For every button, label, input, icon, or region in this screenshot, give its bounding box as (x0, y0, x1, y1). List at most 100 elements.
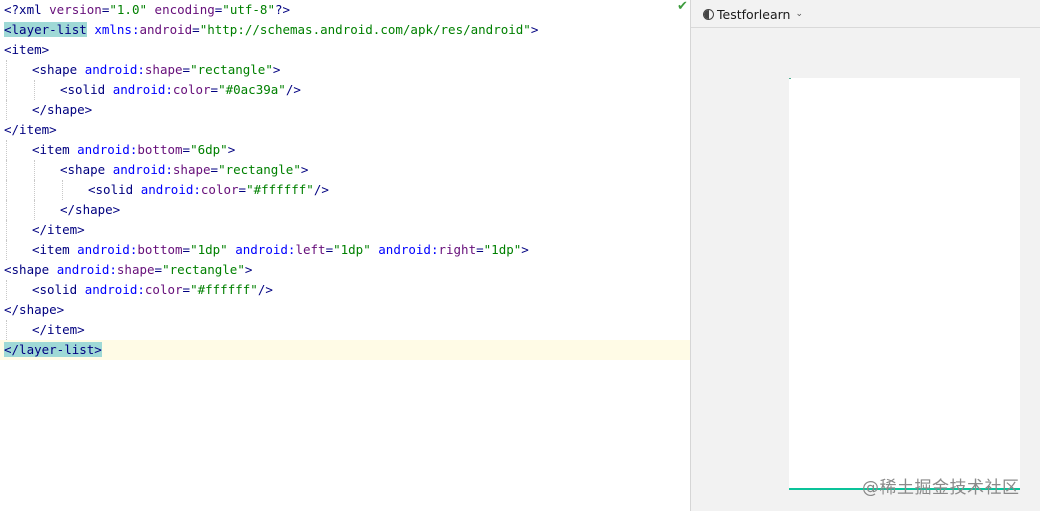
indent-guide (6, 240, 8, 260)
watermark: @稀土掘金技术社区 (862, 478, 1020, 498)
code-line[interactable]: </item> (0, 320, 690, 340)
code-text: </item> (4, 120, 57, 140)
attribute-value: "#0ac39a" (218, 82, 286, 97)
attribute-name: bottom (137, 142, 183, 157)
xml-tag-token: = (210, 162, 219, 177)
theme-selector-button[interactable]: Testforlearn ⌄ (703, 5, 803, 23)
attribute-name: xmlns: (94, 22, 140, 37)
attribute-name: color (172, 82, 211, 97)
xml-tag-token: <?xml (4, 2, 50, 17)
code-text: </item> (32, 220, 85, 240)
xml-tag-token: </shape> (32, 102, 93, 117)
theme-half-circle-icon (703, 8, 714, 20)
code-line[interactable]: <shape android:shape="rectangle"> (0, 260, 690, 280)
attribute-name: left (295, 242, 326, 257)
indent-guide (6, 220, 8, 240)
code-text: </shape> (60, 200, 120, 220)
attribute-value: "rectangle" (190, 62, 273, 77)
checkmark-icon[interactable]: ✔ (677, 0, 690, 14)
code-line[interactable]: <item android:bottom="1dp" android:left=… (0, 240, 690, 260)
xml-tag-token: > (227, 142, 236, 157)
code-text: <solid android:color="#ffffff"/> (88, 180, 329, 200)
code-text: <?xml version="1.0" encoding="utf-8"?> (4, 0, 290, 20)
xml-tag-token: = (325, 242, 334, 257)
code-line[interactable]: <?xml version="1.0" encoding="utf-8"?> (0, 0, 690, 20)
xml-tag-token: <solid (60, 82, 113, 97)
theme-label: Testforlearn (717, 6, 791, 22)
indent-guide (6, 280, 8, 300)
code-editor[interactable]: <?xml version="1.0" encoding="utf-8"?> <l… (0, 0, 690, 511)
code-line[interactable]: <solid android:color="#0ac39a"/> (0, 80, 690, 100)
xml-tag-token: = (210, 82, 219, 97)
code-text: </layer-list> (4, 340, 102, 360)
code-lines[interactable]: <?xml version="1.0" encoding="utf-8"?> <l… (0, 0, 690, 360)
xml-tag-token: = (192, 22, 200, 37)
attribute-name: android: (84, 62, 145, 77)
attribute-value: "#ffffff" (246, 182, 314, 197)
attribute-name: shape (116, 262, 155, 277)
preview-toolbar: Testforlearn ⌄ (691, 0, 1040, 28)
xml-tag-token: </item> (32, 222, 85, 237)
code-line[interactable]: <shape android:shape="rectangle"> (0, 60, 690, 80)
indent-guide (6, 160, 8, 180)
xml-tag-token: = (154, 262, 163, 277)
code-line[interactable]: </item> (0, 120, 690, 140)
code-line[interactable]: <layer-list xmlns:android="http://schema… (0, 20, 690, 40)
attribute-name: color (144, 282, 183, 297)
xml-tag-token: /> (257, 282, 273, 297)
code-line[interactable]: </shape> (0, 300, 690, 320)
code-text: <item android:bottom="1dp" android:left=… (32, 240, 529, 260)
xml-tag-token: <shape (60, 162, 113, 177)
chevron-down-icon: ⌄ (795, 9, 804, 19)
code-line[interactable]: </layer-list> (0, 340, 690, 360)
xml-tag-token: </shape> (4, 302, 65, 317)
code-line[interactable]: <item android:bottom="6dp"> (0, 140, 690, 160)
xml-tag-token: <item (32, 242, 78, 257)
code-line[interactable]: <item> (0, 40, 690, 60)
indent-guide (6, 80, 8, 100)
attribute-name: android: (84, 282, 145, 297)
indent-guide (62, 180, 64, 200)
xml-tag-token: <solid (32, 282, 85, 297)
indent-guide (6, 320, 8, 340)
xml-tag-token: = (182, 282, 191, 297)
code-text: <solid android:color="#0ac39a"/> (60, 80, 301, 100)
attribute-value: "1.0" (109, 2, 148, 17)
xml-tag-token: <layer-list (4, 22, 87, 37)
code-text: <shape android:shape="rectangle"> (60, 160, 308, 180)
attribute-value: "http://schemas.android.com/apk/res/andr… (199, 22, 531, 37)
xml-tag-token (147, 2, 155, 17)
indent-guide (34, 80, 36, 100)
xml-tag-token: <solid (88, 182, 141, 197)
attribute-name: version (49, 2, 102, 17)
indent-guide (6, 140, 8, 160)
code-line[interactable]: <solid android:color="#ffffff"/> (0, 180, 690, 200)
xml-tag-token: > (530, 22, 539, 37)
attribute-name: android: (56, 262, 117, 277)
code-text: </item> (32, 320, 85, 340)
attribute-name: android: (378, 242, 439, 257)
device-preview-screen (789, 78, 1020, 490)
xml-tag-token: = (182, 142, 191, 157)
code-line[interactable]: </shape> (0, 200, 690, 220)
indent-guide (6, 60, 8, 80)
indent-guide (6, 200, 8, 220)
layout-preview-panel: Testforlearn ⌄ (691, 0, 1040, 511)
attribute-name: color (200, 182, 239, 197)
attribute-value: "utf-8" (222, 2, 275, 17)
indent-guide (34, 180, 36, 200)
attribute-value: "#ffffff" (190, 282, 258, 297)
code-line[interactable]: </item> (0, 220, 690, 240)
code-line[interactable]: </shape> (0, 100, 690, 120)
attribute-name: shape (172, 162, 211, 177)
attribute-value: "1dp" (333, 242, 371, 257)
attribute-value: "6dp" (190, 142, 228, 157)
attribute-name: android (139, 22, 193, 37)
attribute-name: android: (112, 82, 173, 97)
attribute-name: bottom (137, 242, 183, 257)
code-text: <layer-list xmlns:android="http://schema… (4, 20, 538, 40)
code-text: <shape android:shape="rectangle"> (32, 60, 280, 80)
code-line[interactable]: <solid android:color="#ffffff"/> (0, 280, 690, 300)
xml-tag-token: = (238, 182, 247, 197)
code-line[interactable]: <shape android:shape="rectangle"> (0, 160, 690, 180)
